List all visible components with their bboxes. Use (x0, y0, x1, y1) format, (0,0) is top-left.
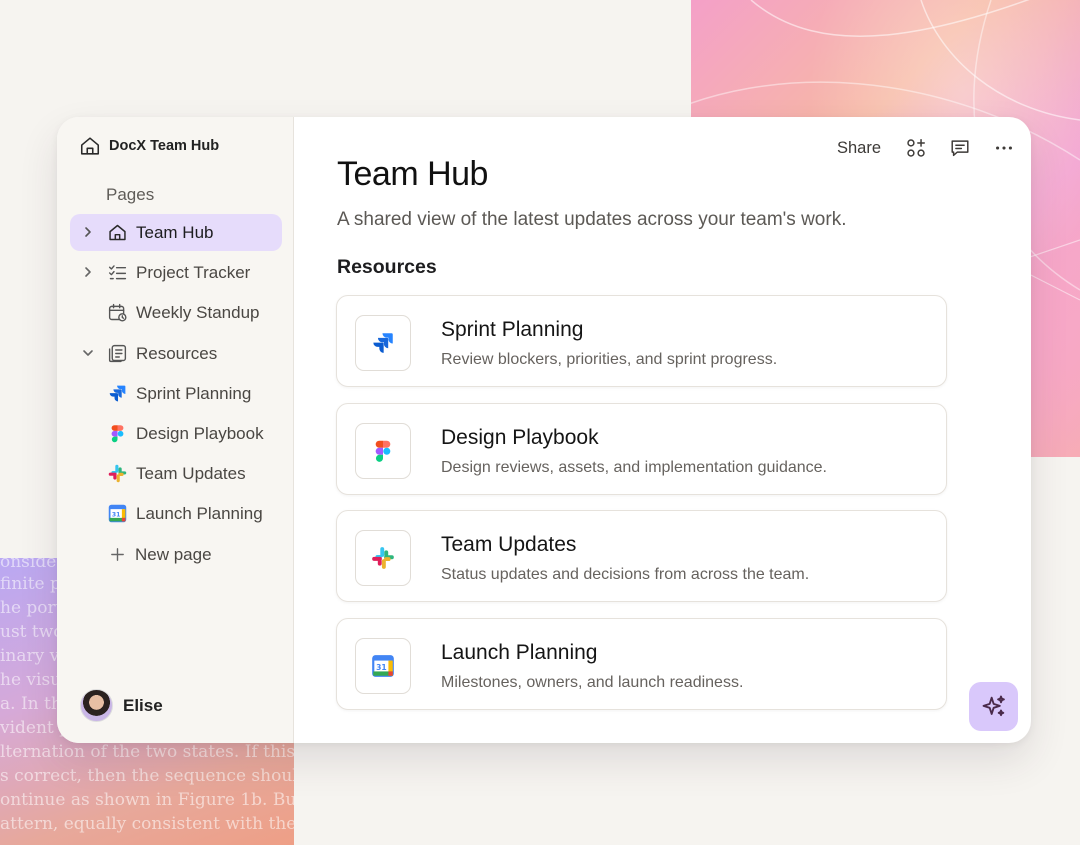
new-page-label: New page (135, 544, 212, 564)
home-icon (80, 137, 100, 155)
page-tree: Team Hub Project Tracker Weekly Standup … (70, 214, 282, 576)
card-icon-tile (355, 315, 411, 371)
sidebar-item-team-updates[interactable]: Team Updates (70, 455, 282, 492)
paper-text-line: ontinue as shown in Figure 1b. But and (0, 790, 294, 810)
google-calendar-icon: 31 (372, 654, 394, 677)
main-content: Share Team Hub A shared view of the late… (294, 117, 1031, 743)
sidebar-item-sprint-planning[interactable]: Sprint Planning (70, 375, 282, 412)
page-toolbar: Share (837, 137, 1015, 159)
new-page-button[interactable]: New page (70, 536, 282, 573)
resource-card-design-playbook[interactable]: Design Playbook Design reviews, assets, … (336, 402, 947, 495)
ai-assistant-button[interactable] (969, 682, 1018, 731)
pages-stack-icon (108, 344, 127, 362)
page-title: Team Hub (337, 155, 488, 193)
sidebar-item-label: Weekly Standup (136, 303, 260, 323)
paper-text-line: onside (0, 558, 57, 572)
figma-icon (111, 425, 124, 443)
card-title: Launch Planning (441, 640, 598, 664)
calendar-clock-icon (108, 304, 127, 322)
jira-icon (373, 333, 393, 353)
resource-card-list: Sprint Planning Review blockers, priorit… (336, 295, 947, 725)
sidebar-item-team-hub[interactable]: Team Hub (70, 214, 282, 251)
sidebar-item-label: Project Tracker (136, 263, 251, 283)
sidebar-item-project-tracker[interactable]: Project Tracker (70, 254, 282, 291)
avatar[interactable] (80, 689, 113, 722)
card-title: Design Playbook (441, 425, 599, 449)
sparkle-icon (982, 695, 1005, 716)
resource-card-team-updates[interactable]: Team Updates Status updates and decision… (336, 510, 947, 602)
sidebar-item-design-playbook[interactable]: Design Playbook (70, 415, 282, 452)
sidebar: DocX Team Hub Pages Team Hub Project Tra… (57, 117, 294, 743)
resource-card-sprint-planning[interactable]: Sprint Planning Review blockers, priorit… (336, 295, 947, 387)
card-description: Status updates and decisions from across… (441, 566, 810, 583)
sidebar-item-label: Launch Planning (136, 504, 263, 524)
card-title: Sprint Planning (441, 318, 584, 341)
resource-card-launch-planning[interactable]: 31 Launch Planning Milestones, owners, a… (336, 617, 947, 710)
sidebar-item-label: Sprint Planning (136, 383, 252, 403)
chevron-right-icon[interactable] (81, 225, 95, 239)
sidebar-item-weekly-standup[interactable]: Weekly Standup (70, 294, 282, 331)
share-button[interactable]: Share (837, 139, 881, 158)
card-description: Milestones, owners, and launch readiness… (441, 673, 744, 691)
paper-text-line: s correct, then the sequence should (0, 766, 294, 786)
workspace-header[interactable]: DocX Team Hub (79, 135, 219, 157)
resources-heading: Resources (337, 256, 437, 278)
card-description: Review blockers, priorities, and sprint … (441, 351, 778, 368)
sidebar-item-launch-planning[interactable]: 31 Launch Planning (70, 495, 282, 532)
paper-text-line: lternation of the two states. If this pa… (0, 742, 294, 762)
svg-text:31: 31 (112, 512, 121, 519)
plus-icon (111, 547, 124, 561)
card-icon-tile: 31 (355, 637, 411, 694)
workspace-title: DocX Team Hub (109, 138, 220, 154)
slack-icon (108, 464, 127, 483)
paper-text-line: attern, equally consistent with the (0, 814, 294, 834)
sidebar-item-label: Team Updates (136, 464, 246, 484)
chevron-down-icon[interactable] (81, 346, 95, 360)
svg-text:31: 31 (376, 662, 387, 671)
user-profile[interactable]: Elise (80, 689, 163, 722)
sidebar-item-label: Team Hub (136, 223, 214, 242)
sidebar-item-label: Resources (136, 343, 218, 363)
paper-text-line: ust two (0, 622, 64, 642)
checklist-icon (108, 265, 127, 280)
paper-text-line: finite p (0, 574, 61, 594)
sidebar-item-label: Design Playbook (136, 423, 264, 443)
chevron-right-icon[interactable] (81, 265, 95, 279)
page-description: A shared view of the latest updates acro… (337, 209, 847, 230)
home-icon (109, 224, 126, 241)
apps-add-icon[interactable] (905, 137, 927, 159)
card-icon-tile (355, 422, 411, 479)
google-calendar-icon: 31 (108, 505, 127, 523)
jira-icon (109, 385, 126, 402)
sidebar-item-resources[interactable]: Resources (70, 335, 282, 372)
figma-icon (375, 440, 391, 462)
user-name: Elise (123, 695, 163, 715)
card-icon-tile (355, 530, 411, 586)
pages-section-label: Pages (106, 185, 155, 204)
slack-icon (372, 547, 394, 569)
card-description: Design reviews, assets, and implementati… (441, 458, 827, 476)
comment-icon[interactable] (949, 137, 971, 159)
more-icon[interactable] (993, 137, 1015, 159)
app-window: DocX Team Hub Pages Team Hub Project Tra… (57, 117, 1031, 743)
card-title: Team Updates (441, 533, 577, 556)
